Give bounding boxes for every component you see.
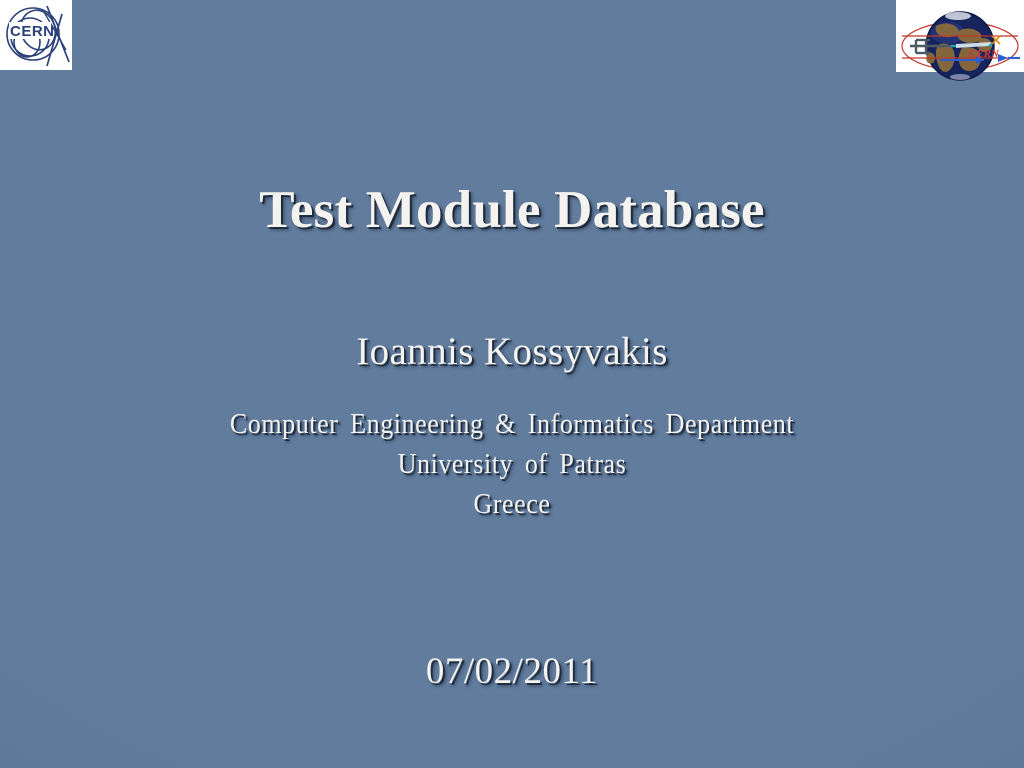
affiliation-block: Computer Engineering & Informatics Depar… [0,405,1024,525]
presentation-slide: CERN CERN Test Module Database Ioannis K… [0,0,1024,768]
author-name: Ioannis Kossyvakis [356,330,668,373]
presentation-date: 07/02/2011 [425,651,599,692]
page-title: Test Module Database [259,181,765,239]
slide-text-block: Test Module Database Ioannis Kossyvakis … [0,0,1024,768]
affiliation-line-university: University of Patras [397,449,627,480]
affiliation-line-department: Computer Engineering & Informatics Depar… [229,409,795,440]
affiliation-line-country: Greece [473,489,551,520]
